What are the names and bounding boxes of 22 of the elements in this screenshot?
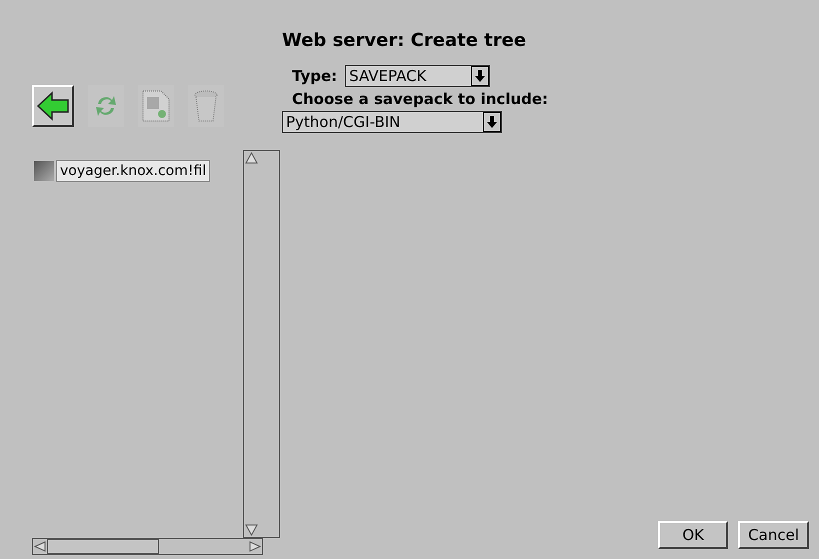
dialog-title: Web server: Create tree: [282, 30, 528, 51]
type-dropdown[interactable]: SAVEPACK: [345, 65, 490, 87]
include-label: Choose a savepack to include:: [292, 90, 548, 108]
include-dropdown[interactable]: Python/CGI-BIN: [282, 111, 502, 133]
down-arrow-icon: [475, 70, 486, 82]
toolbar-button[interactable]: [32, 85, 74, 127]
vertical-scrollbar[interactable]: [243, 150, 280, 538]
document-icon: [141, 89, 171, 123]
dialog-button[interactable]: Cancel: [738, 521, 809, 549]
dialog-button[interactable]: OK: [658, 521, 728, 549]
type-label: Type:: [292, 67, 338, 85]
horizontal-scrollbar[interactable]: [32, 538, 263, 555]
trash-icon: [192, 89, 220, 123]
up-arrow-icon: [244, 151, 259, 165]
scroll-thumb[interactable]: [47, 539, 159, 554]
node-icon: [34, 161, 54, 181]
right-arrow-icon: [248, 540, 262, 553]
down-arrow-icon: [244, 523, 259, 537]
tree-item[interactable]: voyager.knox.com!fil: [56, 160, 210, 182]
left-arrow-icon: [36, 91, 70, 121]
left-arrow-icon: [33, 540, 47, 553]
down-arrow-icon: [487, 116, 497, 128]
